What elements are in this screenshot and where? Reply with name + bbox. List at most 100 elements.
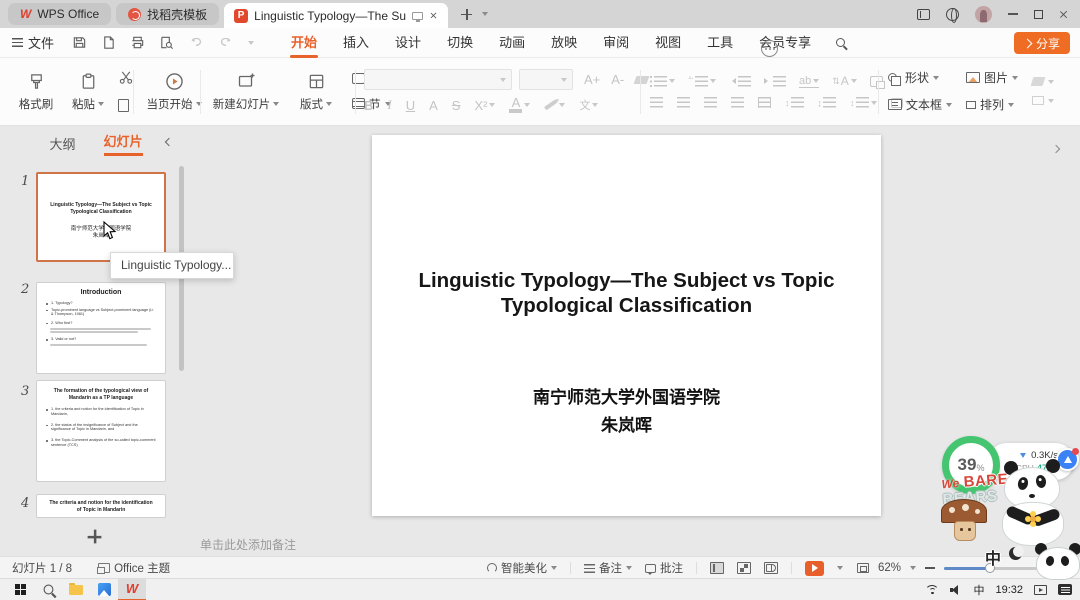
paste-button[interactable]: 粘贴 (62, 70, 114, 112)
zoom-level[interactable]: 62% (878, 562, 901, 574)
volume-icon[interactable] (950, 585, 962, 595)
ime-indicator[interactable]: 中 (973, 582, 984, 598)
tab-review[interactable]: 审阅 (590, 28, 642, 58)
format-painter-button[interactable]: 格式刷 (10, 70, 62, 112)
file-menu[interactable]: 文件 (0, 33, 54, 52)
ribbon-expand-icon[interactable] (1052, 145, 1060, 153)
grow-font-button[interactable]: A+ (584, 72, 600, 87)
underline-button[interactable]: U (406, 98, 415, 113)
align-left-button[interactable] (650, 97, 663, 108)
phonetic-guide-button[interactable]: 文 (579, 97, 590, 113)
slideshow-play-button[interactable] (805, 561, 824, 576)
redo-icon[interactable] (218, 35, 234, 50)
undo-icon[interactable] (188, 35, 204, 50)
tab-list-chevron-icon[interactable] (482, 12, 488, 16)
cut-button[interactable] (118, 70, 134, 90)
slide-canvas[interactable]: Linguistic Typology—The Subject vs Topic… (372, 135, 881, 516)
wps-app-button[interactable]: W (118, 579, 146, 600)
clear-format-icon[interactable] (634, 76, 650, 84)
font-size-select[interactable] (519, 69, 573, 90)
copy-button[interactable] (118, 99, 129, 112)
globe-icon[interactable] (946, 8, 959, 21)
new-slide-button[interactable]: 新建幻灯片 (208, 70, 284, 112)
search-icon[interactable] (836, 38, 845, 47)
font-color-button[interactable]: A (509, 97, 522, 113)
tab-slideshow[interactable]: 放映 (538, 28, 590, 58)
highlight-icon[interactable] (544, 100, 557, 111)
video-playback-icon[interactable] (1034, 585, 1047, 595)
taskbar-search-button[interactable] (34, 579, 62, 600)
wifi-icon[interactable] (925, 585, 939, 595)
tab-outline[interactable]: 大纲 (49, 134, 75, 153)
line-spacing-down-button[interactable]: ↨ (818, 97, 837, 108)
qat-chevron-icon[interactable] (248, 41, 254, 45)
slide-thumbnail-4[interactable]: The criteria and notion for the identifi… (36, 494, 166, 518)
align-center-button[interactable] (677, 97, 690, 108)
tab-wps-office[interactable]: W WPS Office (8, 3, 111, 25)
tab-transition[interactable]: 切换 (434, 28, 486, 58)
line-spacing-button[interactable]: ↕ (850, 97, 877, 108)
bold-button[interactable]: B (364, 98, 373, 113)
restore-button[interactable] (1034, 10, 1043, 19)
theme-button[interactable]: Office 主题 (98, 560, 170, 576)
add-slide-button[interactable] (88, 530, 102, 544)
notification-center-icon[interactable] (1058, 584, 1072, 595)
align-right-button[interactable] (704, 97, 717, 108)
toggle-sidebar-icon[interactable] (917, 9, 930, 20)
align-justify-button[interactable] (731, 97, 744, 108)
convert-smartart-button[interactable] (870, 76, 883, 87)
zoom-chevron-icon[interactable] (910, 566, 916, 570)
tab-animation[interactable]: 动画 (486, 28, 538, 58)
decrease-indent-button[interactable] (729, 76, 751, 87)
print-preview-icon[interactable] (159, 35, 174, 50)
line-spacing-up-button[interactable]: ↕ (785, 97, 804, 108)
tab-insert[interactable]: 插入 (330, 28, 382, 58)
increase-indent-button[interactable] (764, 76, 786, 87)
user-avatar[interactable] (975, 6, 992, 23)
screen-share-icon[interactable] (412, 12, 423, 20)
shrink-font-button[interactable]: A- (611, 72, 624, 87)
notes-button[interactable]: 备注 (584, 560, 632, 576)
tab-design[interactable]: 设计 (382, 28, 434, 58)
beautify-button[interactable]: 智能美化 (487, 560, 557, 576)
numbering-button[interactable]: 123 (688, 76, 716, 87)
textbox-button[interactable]: 文本框 (888, 96, 952, 113)
text-orientation-button[interactable]: ⇅A (832, 74, 857, 88)
picture-button[interactable]: 图片 (966, 69, 1018, 86)
slide-thumbnail-1[interactable]: Linguistic Typology—The Subject vs Topic… (36, 172, 166, 262)
play-from-current-button[interactable]: 当页开始 (141, 70, 207, 112)
zoom-out-button[interactable] (925, 567, 935, 569)
slideshow-chevron-icon[interactable] (837, 566, 843, 570)
slide-sorter-view-button[interactable] (737, 562, 751, 574)
tab-home[interactable]: 开始 (278, 28, 330, 58)
shapes-button[interactable]: 形状 (888, 69, 952, 86)
strikethrough-button[interactable]: S (452, 98, 461, 113)
font-family-select[interactable] (364, 69, 512, 90)
fit-slide-icon[interactable] (857, 563, 869, 573)
file-explorer-button[interactable] (62, 579, 90, 600)
clock[interactable]: 19:32 (995, 584, 1023, 596)
text-direction-button[interactable]: ab (799, 75, 819, 88)
slide-thumbnail-2[interactable]: Introduction 1. Typology? Topic-prominen… (36, 282, 166, 374)
minimize-button[interactable] (1008, 13, 1018, 15)
tab-docer-template[interactable]: 找稻壳模板 (116, 3, 219, 25)
photos-app-button[interactable] (90, 579, 118, 600)
text-shadow-button[interactable]: A (429, 98, 438, 113)
export-pdf-icon[interactable] (101, 35, 116, 50)
tab-slides[interactable]: 幻灯片 (104, 131, 143, 156)
reading-view-button[interactable] (764, 562, 778, 574)
superscript-button[interactable]: X² (474, 98, 487, 113)
share-button[interactable]: 分享 (1014, 32, 1070, 54)
start-button[interactable] (6, 579, 34, 600)
comments-button[interactable]: 批注 (645, 560, 683, 576)
arrange-button[interactable]: 排列 (966, 96, 1018, 113)
slide-subtitle[interactable]: 南宁师范大学外国语学院 朱岚晖 (372, 384, 881, 440)
close-button[interactable] (1059, 10, 1068, 19)
bullets-button[interactable] (650, 76, 675, 87)
tab-close-icon[interactable] (430, 12, 437, 19)
tab-view[interactable]: 视图 (642, 28, 694, 58)
tab-document-active[interactable]: P Linguistic Typology—The Su (224, 3, 448, 28)
slide-title[interactable]: Linguistic Typology—The Subject vs Topic… (372, 269, 881, 318)
outline-button[interactable] (1032, 96, 1054, 105)
fill-button[interactable] (1032, 77, 1054, 86)
